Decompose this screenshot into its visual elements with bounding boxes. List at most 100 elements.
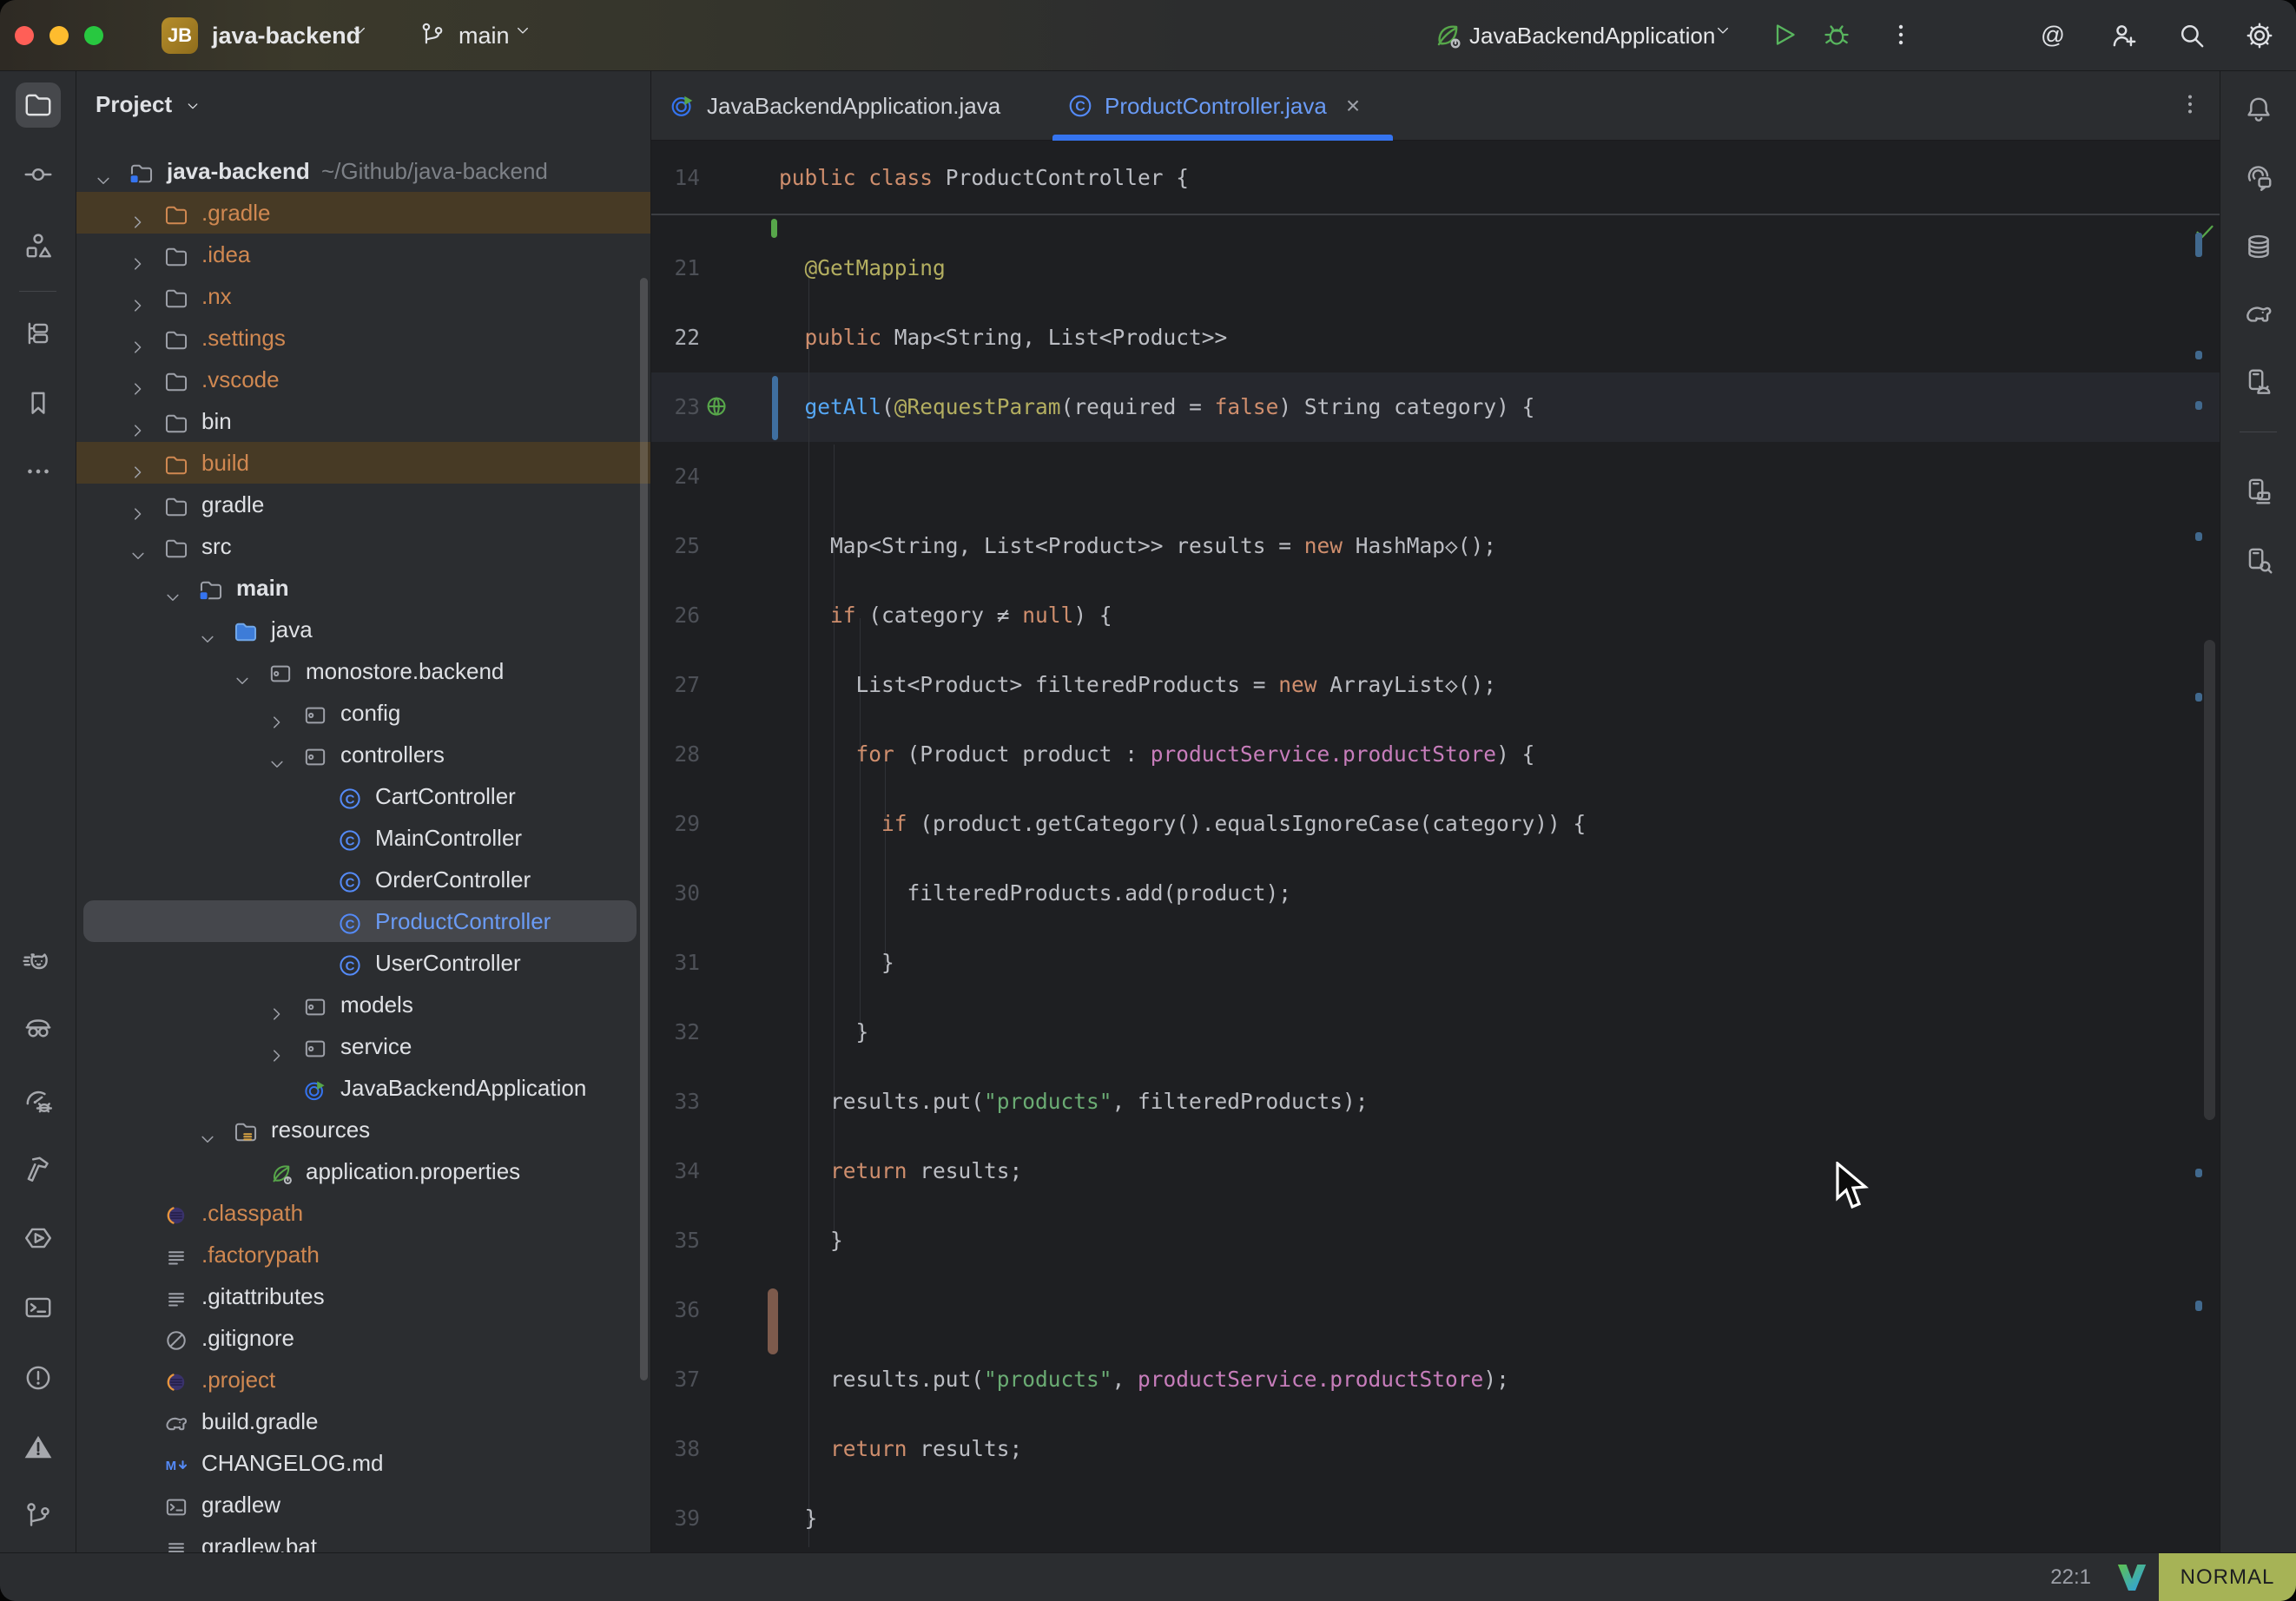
chevron-right-icon[interactable] bbox=[129, 412, 148, 431]
vim-mode-badge[interactable]: NORMAL bbox=[2159, 1553, 2296, 1601]
tree-row-bin[interactable]: bin bbox=[76, 400, 650, 442]
project-panel-header[interactable]: Project bbox=[96, 85, 201, 123]
editor-scrollbar[interactable] bbox=[2204, 640, 2215, 1120]
close-tab-button[interactable]: × bbox=[1346, 92, 1360, 120]
error-stripe-mark[interactable] bbox=[2195, 693, 2202, 702]
more-actions-button[interactable] bbox=[1886, 20, 1917, 51]
toolbar-ai-cat-icon[interactable] bbox=[16, 939, 61, 985]
toolbar-git-branch-icon[interactable] bbox=[16, 1492, 61, 1538]
chevron-down-icon[interactable] bbox=[198, 620, 217, 639]
chevron-down-icon[interactable] bbox=[129, 537, 148, 556]
chevron-right-icon[interactable] bbox=[129, 495, 148, 514]
tree-row-javabackendapplication[interactable]: JavaBackendApplication bbox=[76, 1067, 650, 1109]
tree-row-.gradle[interactable]: .gradle bbox=[76, 192, 650, 234]
toolbar-dependencies-icon[interactable] bbox=[16, 311, 61, 356]
chevron-right-icon[interactable] bbox=[129, 245, 148, 264]
ai-assistant-icon[interactable]: @ bbox=[2037, 20, 2068, 51]
maximize-window-button[interactable] bbox=[84, 26, 103, 45]
tree-row-config[interactable]: config bbox=[76, 692, 650, 734]
minimize-window-button[interactable] bbox=[49, 26, 69, 45]
code-line-33[interactable]: 33 results.put("products", filteredProdu… bbox=[651, 1067, 2220, 1137]
close-window-button[interactable] bbox=[15, 26, 34, 45]
code-line-31[interactable]: 31 } bbox=[651, 928, 2220, 998]
tree-row-ordercontroller[interactable]: COrderController bbox=[76, 859, 650, 900]
chevron-down-icon[interactable] bbox=[163, 578, 182, 597]
code-line-39[interactable]: 39 } bbox=[651, 1484, 2220, 1553]
editor-options-button[interactable] bbox=[2176, 90, 2204, 118]
tree-row-changelog.md[interactable]: MCHANGELOG.md bbox=[76, 1442, 650, 1484]
run-button[interactable] bbox=[1770, 20, 1801, 51]
tree-row-.nx[interactable]: .nx bbox=[76, 275, 650, 317]
code-line-35[interactable]: 35 } bbox=[651, 1206, 2220, 1275]
code-line-29[interactable]: 29 if (product.getCategory().equalsIgnor… bbox=[651, 789, 2220, 859]
tree-row-cartcontroller[interactable]: CCartController bbox=[76, 775, 650, 817]
run-configuration-widget[interactable]: JavaBackendApplication bbox=[1469, 0, 1715, 71]
tree-row-main[interactable]: main bbox=[76, 567, 650, 609]
toolbar-running-devices-icon[interactable] bbox=[2236, 359, 2281, 405]
tree-row-.factorypath[interactable]: .factorypath bbox=[76, 1234, 650, 1275]
code-line-25[interactable]: 25 Map<String, List<Product>> results = … bbox=[651, 511, 2220, 581]
project-scrollbar[interactable] bbox=[640, 278, 648, 1380]
toolbar-ai-assistant-icon[interactable] bbox=[2236, 155, 2281, 201]
error-stripe-mark[interactable] bbox=[2195, 401, 2202, 410]
debug-button[interactable] bbox=[1822, 20, 1853, 51]
toolbar-build-hammer-icon[interactable] bbox=[16, 1147, 61, 1192]
error-stripe-mark[interactable] bbox=[2195, 532, 2202, 541]
chevron-right-icon[interactable] bbox=[129, 328, 148, 347]
code-with-me-button[interactable] bbox=[2108, 20, 2140, 51]
chevron-right-icon[interactable] bbox=[129, 287, 148, 306]
toolbar-gradle-icon[interactable] bbox=[2236, 292, 2281, 337]
error-stripe-mark[interactable] bbox=[2195, 1169, 2202, 1177]
tree-row-gradlew.bat[interactable]: gradlew.bat bbox=[76, 1525, 650, 1552]
code-line-32[interactable]: 32 } bbox=[651, 998, 2220, 1067]
chevron-right-icon[interactable] bbox=[267, 1037, 287, 1056]
code-line-27[interactable]: 27 List<Product> filteredProducts = new … bbox=[651, 650, 2220, 720]
code-line-28[interactable]: 28 for (Product product : productService… bbox=[651, 720, 2220, 789]
chevron-down-icon[interactable] bbox=[94, 161, 113, 181]
error-stripe-mark[interactable] bbox=[2195, 1301, 2202, 1311]
tree-row-.project[interactable]: .project bbox=[76, 1359, 650, 1400]
toolbar-more-icon[interactable] bbox=[16, 449, 61, 494]
editor-area[interactable]: JavaBackendApplication.java C ProductCon… bbox=[651, 71, 2220, 1552]
tab-javabackendapplication[interactable]: JavaBackendApplication.java bbox=[669, 71, 1000, 141]
toolbar-problems-icon[interactable] bbox=[16, 1355, 61, 1400]
tree-row-models[interactable]: models bbox=[76, 984, 650, 1025]
code-line-26[interactable]: 26 if (category ≠ null) { bbox=[651, 581, 2220, 650]
tree-row-.classpath[interactable]: .classpath bbox=[76, 1192, 650, 1234]
toolbar-database-icon[interactable] bbox=[2236, 224, 2281, 269]
chevron-down-icon[interactable] bbox=[198, 1120, 217, 1139]
tree-row-src[interactable]: src bbox=[76, 525, 650, 567]
error-stripe-mark[interactable] bbox=[2195, 351, 2202, 359]
code-line-24[interactable]: 24 bbox=[651, 442, 2220, 511]
tree-row-.gitattributes[interactable]: .gitattributes bbox=[76, 1275, 650, 1317]
chevron-right-icon[interactable] bbox=[129, 453, 148, 472]
project-name-widget[interactable]: java-backend bbox=[212, 0, 360, 71]
tree-row-monostore.backend[interactable]: monostore.backend bbox=[76, 650, 650, 692]
tree-row-resources[interactable]: resources bbox=[76, 1109, 650, 1150]
code-line-23[interactable]: 23 getAll(@RequestParam(required = false… bbox=[651, 372, 2220, 442]
settings-button[interactable] bbox=[2244, 20, 2275, 51]
toolbar-copilot-icon[interactable] bbox=[16, 1006, 61, 1051]
tree-row-productcontroller[interactable]: CProductController bbox=[76, 900, 650, 942]
ideavim-icon[interactable] bbox=[2117, 1565, 2147, 1595]
tree-row-gradlew[interactable]: gradlew bbox=[76, 1484, 650, 1525]
tree-row-maincontroller[interactable]: CMainController bbox=[76, 817, 650, 859]
code-line-30[interactable]: 30 filteredProducts.add(product); bbox=[651, 859, 2220, 928]
toolbar-commit-icon[interactable] bbox=[16, 152, 61, 197]
chevron-right-icon[interactable] bbox=[267, 703, 287, 722]
search-everywhere-button[interactable] bbox=[2176, 20, 2207, 51]
endpoint-globe-icon[interactable] bbox=[703, 393, 731, 421]
tree-row-.idea[interactable]: .idea bbox=[76, 234, 650, 275]
tree-row-java-backend[interactable]: java-backend~/Github/java-backend bbox=[76, 150, 650, 192]
toolbar-structure-icon[interactable] bbox=[16, 223, 61, 268]
code-line-21[interactable]: 21 @GetMapping bbox=[651, 234, 2220, 303]
toolbar-device-manager-icon[interactable] bbox=[2236, 468, 2281, 513]
toolbar-notifications-icon[interactable] bbox=[2236, 87, 2281, 132]
toolbar-warnings-icon[interactable] bbox=[16, 1424, 61, 1469]
tab-productcontroller[interactable]: C ProductController.java × bbox=[1066, 71, 1360, 141]
chevron-down-icon[interactable] bbox=[267, 745, 287, 764]
tree-row-application.properties[interactable]: application.properties bbox=[76, 1150, 650, 1192]
chevron-right-icon[interactable] bbox=[129, 203, 148, 222]
tree-row-usercontroller[interactable]: CUserController bbox=[76, 942, 650, 984]
toolbar-services-run-icon[interactable] bbox=[16, 1216, 61, 1261]
